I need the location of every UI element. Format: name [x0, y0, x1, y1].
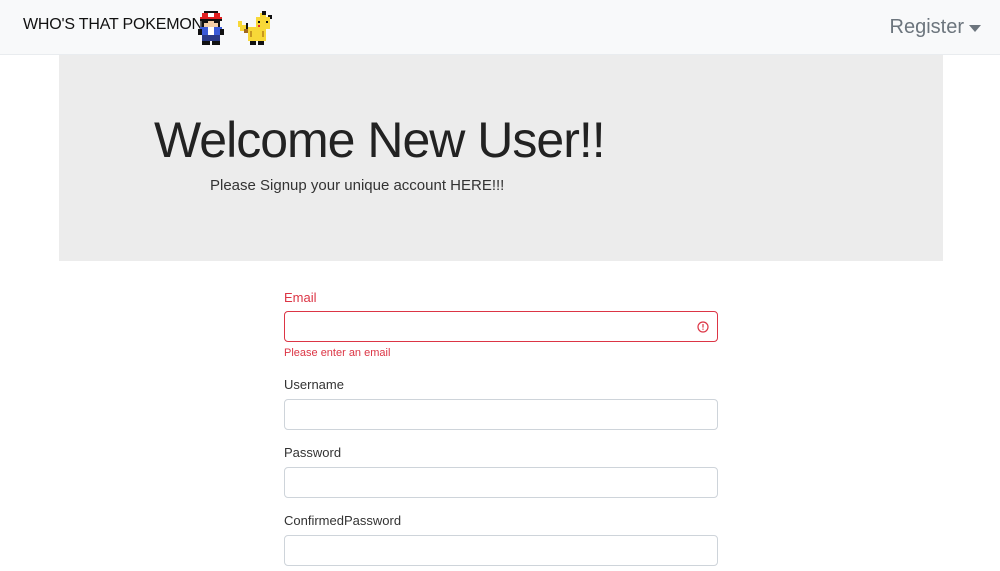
register-dropdown[interactable]: Register — [890, 16, 981, 39]
register-label: Register — [889, 16, 964, 38]
username-field[interactable] — [284, 399, 718, 430]
trainer-sprite-icon — [198, 11, 224, 45]
hero-banner: Welcome New User!! Please Signup your un… — [59, 55, 943, 261]
email-label: Email — [284, 290, 317, 305]
brand-title[interactable]: WHO'S THAT POKEMON — [23, 16, 203, 34]
chevron-down-icon — [969, 25, 981, 32]
password-field[interactable] — [284, 467, 718, 498]
password-label: Password — [284, 445, 342, 460]
error-icon — [697, 321, 709, 333]
pikachu-sprite-icon — [238, 11, 272, 45]
confirm-password-field[interactable] — [284, 535, 718, 566]
navbar: WHO'S THAT POKEMON Register — [0, 0, 1000, 55]
page-title: Welcome New User!! — [154, 112, 606, 168]
page-subtitle: Please Signup your unique account HERE!!… — [210, 177, 505, 194]
email-error-message: Please enter an email — [284, 347, 391, 359]
email-field[interactable] — [284, 311, 718, 342]
confirm-password-label: ConfirmedPassword — [284, 513, 402, 528]
username-label: Username — [284, 377, 344, 392]
